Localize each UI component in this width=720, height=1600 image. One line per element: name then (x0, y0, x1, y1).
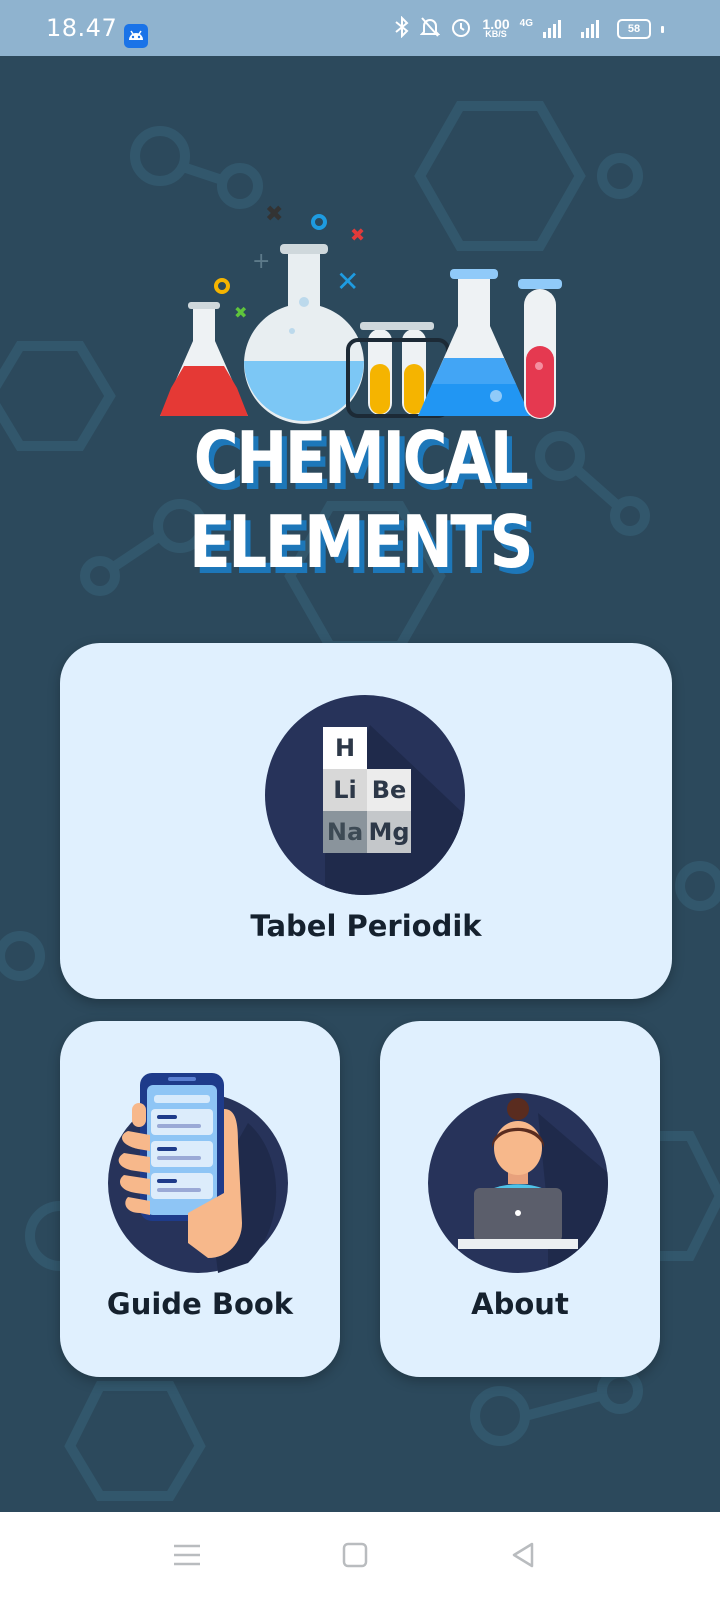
about-label: About (471, 1287, 569, 1321)
mute-icon (419, 16, 441, 43)
battery-tip (661, 25, 664, 33)
element-tile: Be (367, 769, 411, 811)
guide-book-card[interactable]: Guide Book (60, 1021, 340, 1377)
signal-icon (581, 20, 599, 38)
guide-book-label: Guide Book (106, 1287, 294, 1321)
main-area: ✖ ✖ ✕ ✖ + CHEMICAL ELEMENTS H Li Be Na M… (0, 56, 720, 1512)
svg-text:✖: ✖ (350, 225, 365, 246)
svg-text:✖: ✖ (234, 303, 247, 322)
element-tile: Na (323, 811, 367, 853)
lab-glassware-illustration: ✖ ✖ ✕ ✖ + (160, 202, 562, 424)
net-speed: 1.00 KB/S (482, 16, 510, 39)
status-icons: 1.00 KB/S 4G 58 (394, 15, 664, 43)
periodic-table-card[interactable]: H Li Be Na Mg Tabel Periodik (60, 643, 672, 999)
navigation-bar (0, 1512, 720, 1600)
back-icon[interactable] (506, 1540, 546, 1574)
phone-in-hand-icon (108, 1073, 288, 1273)
status-time: 18.47 (46, 14, 118, 42)
menu-icon[interactable] (170, 1540, 210, 1574)
signal-icon (543, 20, 561, 38)
svg-text:✖: ✖ (265, 202, 283, 227)
network-type: 4G (519, 17, 533, 29)
periodic-table-icon: H Li Be Na Mg (265, 695, 465, 895)
status-bar: 18.47 1.00 KB/S 4G 58 (0, 0, 720, 56)
about-card[interactable]: About (380, 1021, 660, 1377)
periodic-table-label: Tabel Periodik (250, 909, 482, 943)
person-laptop-illustration (458, 1098, 608, 1273)
bluetooth-icon (394, 15, 410, 43)
element-tile: Li (323, 769, 367, 811)
alarm-icon (450, 16, 472, 43)
hero-logo: ✖ ✖ ✕ ✖ + CHEMICAL ELEMENTS (60, 126, 660, 584)
svg-text:+: + (252, 249, 270, 274)
person-laptop-icon (428, 1093, 608, 1273)
android-notification-icon (124, 24, 148, 48)
element-tile: Mg (367, 811, 411, 853)
home-icon[interactable] (338, 1540, 378, 1574)
phone-hand-illustration (108, 1073, 288, 1273)
app-title: CHEMICAL ELEMENTS (189, 416, 534, 584)
element-tile: H (323, 727, 367, 769)
battery-icon: 58 (617, 19, 651, 39)
svg-text:✕: ✕ (336, 265, 359, 298)
